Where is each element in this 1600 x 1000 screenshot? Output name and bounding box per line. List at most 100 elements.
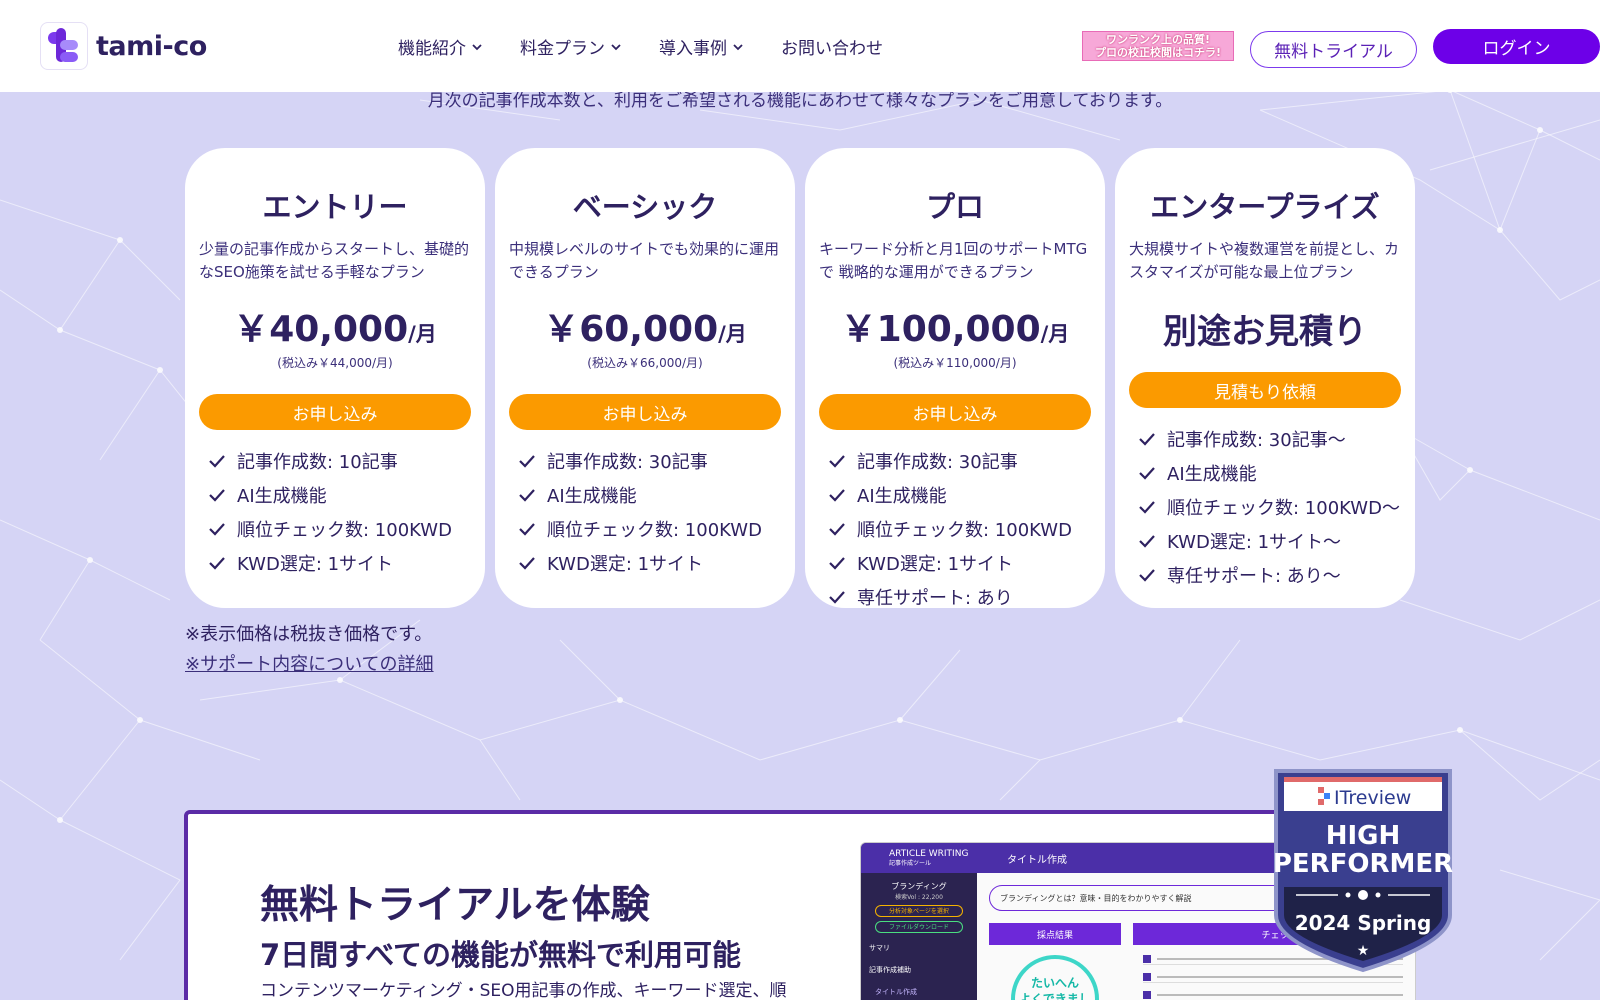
price-amount: ￥40,000 <box>233 309 409 350</box>
feature-text: 順位チェック数: 100KWD <box>547 520 762 541</box>
plan-description: 中規模レベルのサイトでも効果的に運用できるプラン <box>509 240 780 281</box>
app-keyword: ブランディング <box>891 882 947 891</box>
proofreading-banner[interactable]: ワンランク上の品質! プロの校正校閲はコチラ! <box>1082 31 1234 61</box>
feature-list: 記事作成数: 30記事 AI生成機能 順位チェック数: 100KWD KWD選定… <box>509 444 781 580</box>
feature-text: 記事作成数: 10記事 <box>237 452 398 473</box>
badge-line-1: HIGH <box>1325 821 1401 851</box>
nav-pricing[interactable]: 料金プラン <box>520 34 621 59</box>
logo[interactable]: tami-co <box>40 22 207 70</box>
app-side-item-1: サマリ <box>869 944 890 952</box>
feature-text: 記事作成数: 30記事 <box>547 452 708 473</box>
apply-button[interactable]: お申し込み <box>509 394 781 430</box>
quote-request-button[interactable]: 見積もり依頼 <box>1129 372 1401 408</box>
plan-name: エントリー <box>262 190 408 224</box>
app-score-circle: たいへん よくできました <box>1011 955 1099 1000</box>
feature-item: 順位チェック数: 100KWD <box>517 512 781 546</box>
checkbox-icon <box>1143 972 1151 981</box>
price-amount: ￥100,000 <box>840 309 1041 350</box>
badge-brand: ITreview <box>1334 787 1412 809</box>
logo-mark-icon <box>40 22 88 70</box>
feature-list: 記事作成数: 30記事〜 AI生成機能 順位チェック数: 100KWD〜 KWD… <box>1129 422 1401 592</box>
feature-item: 順位チェック数: 100KWD <box>827 512 1091 546</box>
check-icon <box>829 523 845 536</box>
feature-text: AI生成機能 <box>1167 464 1257 485</box>
check-icon <box>519 557 535 570</box>
check-icon <box>1139 535 1155 548</box>
nav-case-studies[interactable]: 導入事例 <box>659 34 743 59</box>
check-icon <box>1139 467 1155 480</box>
support-details-link[interactable]: ※サポート内容についての詳細 <box>185 654 434 675</box>
check-icon <box>829 489 845 502</box>
price-period: /月 <box>408 322 437 346</box>
feature-text: AI生成機能 <box>857 486 947 507</box>
plan-description: 少量の記事作成からスタートし、基礎的なSEO施策を試せる手軽なプラン <box>199 240 470 281</box>
plan-name: エンタープライズ <box>1150 190 1380 224</box>
feature-item: AI生成機能 <box>1137 456 1401 490</box>
feature-item: 記事作成数: 30記事 <box>827 444 1091 478</box>
app-score-text-2: よくできました <box>1019 992 1091 1000</box>
nav-contact[interactable]: お問い合わせ <box>781 34 883 59</box>
logo-text: tami-co <box>96 30 207 62</box>
checkbox-icon <box>1143 954 1151 963</box>
feature-text: 順位チェック数: 100KWD〜 <box>1167 498 1400 519</box>
apply-button[interactable]: お申し込み <box>819 394 1091 430</box>
price-amount: ￥60,000 <box>543 309 719 350</box>
apply-button[interactable]: お申し込み <box>199 394 471 430</box>
login-button[interactable]: ログイン <box>1433 29 1600 64</box>
feature-item: 記事作成数: 10記事 <box>207 444 471 478</box>
plan-estimate: 別途お見積り <box>1163 312 1367 352</box>
plan-name: ベーシック <box>572 190 718 224</box>
feature-text: AI生成機能 <box>547 486 637 507</box>
check-icon <box>209 455 225 468</box>
feature-item: 専任サポート: あり〜 <box>1137 558 1401 592</box>
check-icon <box>519 523 535 536</box>
app-side-button-2: ファイルダウンロード <box>875 921 963 933</box>
pricing-cards: エントリー 少量の記事作成からスタートし、基礎的なSEO施策を試せる手軽なプラン… <box>185 148 1415 609</box>
app-subname: 記事作成ツール <box>889 860 932 867</box>
feature-item: 順位チェック数: 100KWD〜 <box>1137 490 1401 524</box>
check-icon <box>829 455 845 468</box>
feature-item: AI生成機能 <box>517 478 781 512</box>
plan-card-pro: プロ キーワード分析と月1回のサポートMTGで 戦略的な運用ができるプラン ￥1… <box>805 148 1105 609</box>
app-score-header: 採点結果 <box>989 923 1121 945</box>
feature-item: KWD選定: 1サイト <box>827 546 1091 580</box>
price-period: /月 <box>718 322 747 346</box>
app-side-button-1: 分析対象ページを選択 <box>875 905 963 917</box>
feature-text: 記事作成数: 30記事 <box>857 452 1018 473</box>
check-icon <box>519 455 535 468</box>
price-period: /月 <box>1040 322 1070 346</box>
free-trial-button[interactable]: 無料トライアル <box>1250 31 1417 68</box>
price-tax-included: (税込み￥44,000/月) <box>277 356 393 370</box>
feature-text: KWD選定: 1サイト <box>547 554 704 575</box>
checkbox-icon <box>1143 990 1151 999</box>
itreview-badge: ★ ITreview HIGH PERFORMER 2024 Spring <box>1268 765 1458 975</box>
feature-list: 記事作成数: 10記事 AI生成機能 順位チェック数: 100KWD KWD選定… <box>199 444 471 580</box>
check-icon <box>519 489 535 502</box>
free-trial-section: 無料トライアルを体験 7日間すべての機能が無料で利用可能 コンテンツマーケティン… <box>184 810 1416 1000</box>
check-icon <box>1139 501 1155 514</box>
price-tax-included: (税込み￥110,000/月) <box>893 356 1017 370</box>
feature-text: 順位チェック数: 100KWD <box>857 520 1072 541</box>
feature-text: KWD選定: 1サイト <box>237 554 394 575</box>
nav-features[interactable]: 機能紹介 <box>398 34 482 59</box>
check-icon <box>1139 569 1155 582</box>
trial-body: コンテンツマーケティング・SEO用記事の作成、キーワード選定、順 <box>260 981 787 1000</box>
plan-card-basic: ベーシック 中規模レベルのサイトでも効果的に運用できるプラン ￥60,000/月… <box>495 148 795 608</box>
check-line <box>1157 975 1403 978</box>
app-search-volume: 検索Vol : 22,200 <box>895 894 943 901</box>
plan-price: ￥60,000/月 <box>509 300 781 352</box>
feature-item: 記事作成数: 30記事 <box>517 444 781 478</box>
feature-text: KWD選定: 1サイト〜 <box>1167 532 1342 553</box>
feature-item: KWD選定: 1サイト〜 <box>1137 524 1401 558</box>
feature-text: 専任サポート: あり〜 <box>1167 566 1341 587</box>
feature-text: KWD選定: 1サイト <box>857 554 1014 575</box>
app-sidebar: ARTICLE WRITING 記事作成ツール ブランディング 検索Vol : … <box>861 843 977 1000</box>
nav-pricing-label: 料金プラン <box>520 39 605 59</box>
app-score-text-1: たいへん <box>1030 976 1079 990</box>
plan-description: キーワード分析と月1回のサポートMTGで 戦略的な運用ができるプラン <box>819 240 1088 281</box>
plan-card-entry: エントリー 少量の記事作成からスタートし、基礎的なSEO施策を試せる手軽なプラン… <box>185 148 485 608</box>
pricing-notes: ※表示価格は税抜き価格です。 ※サポート内容についての詳細 <box>185 620 434 680</box>
badge-season: 2024 Spring <box>1294 911 1432 935</box>
feature-item: KWD選定: 1サイト <box>207 546 471 580</box>
price-tax-included: (税込み￥66,000/月) <box>587 356 703 370</box>
